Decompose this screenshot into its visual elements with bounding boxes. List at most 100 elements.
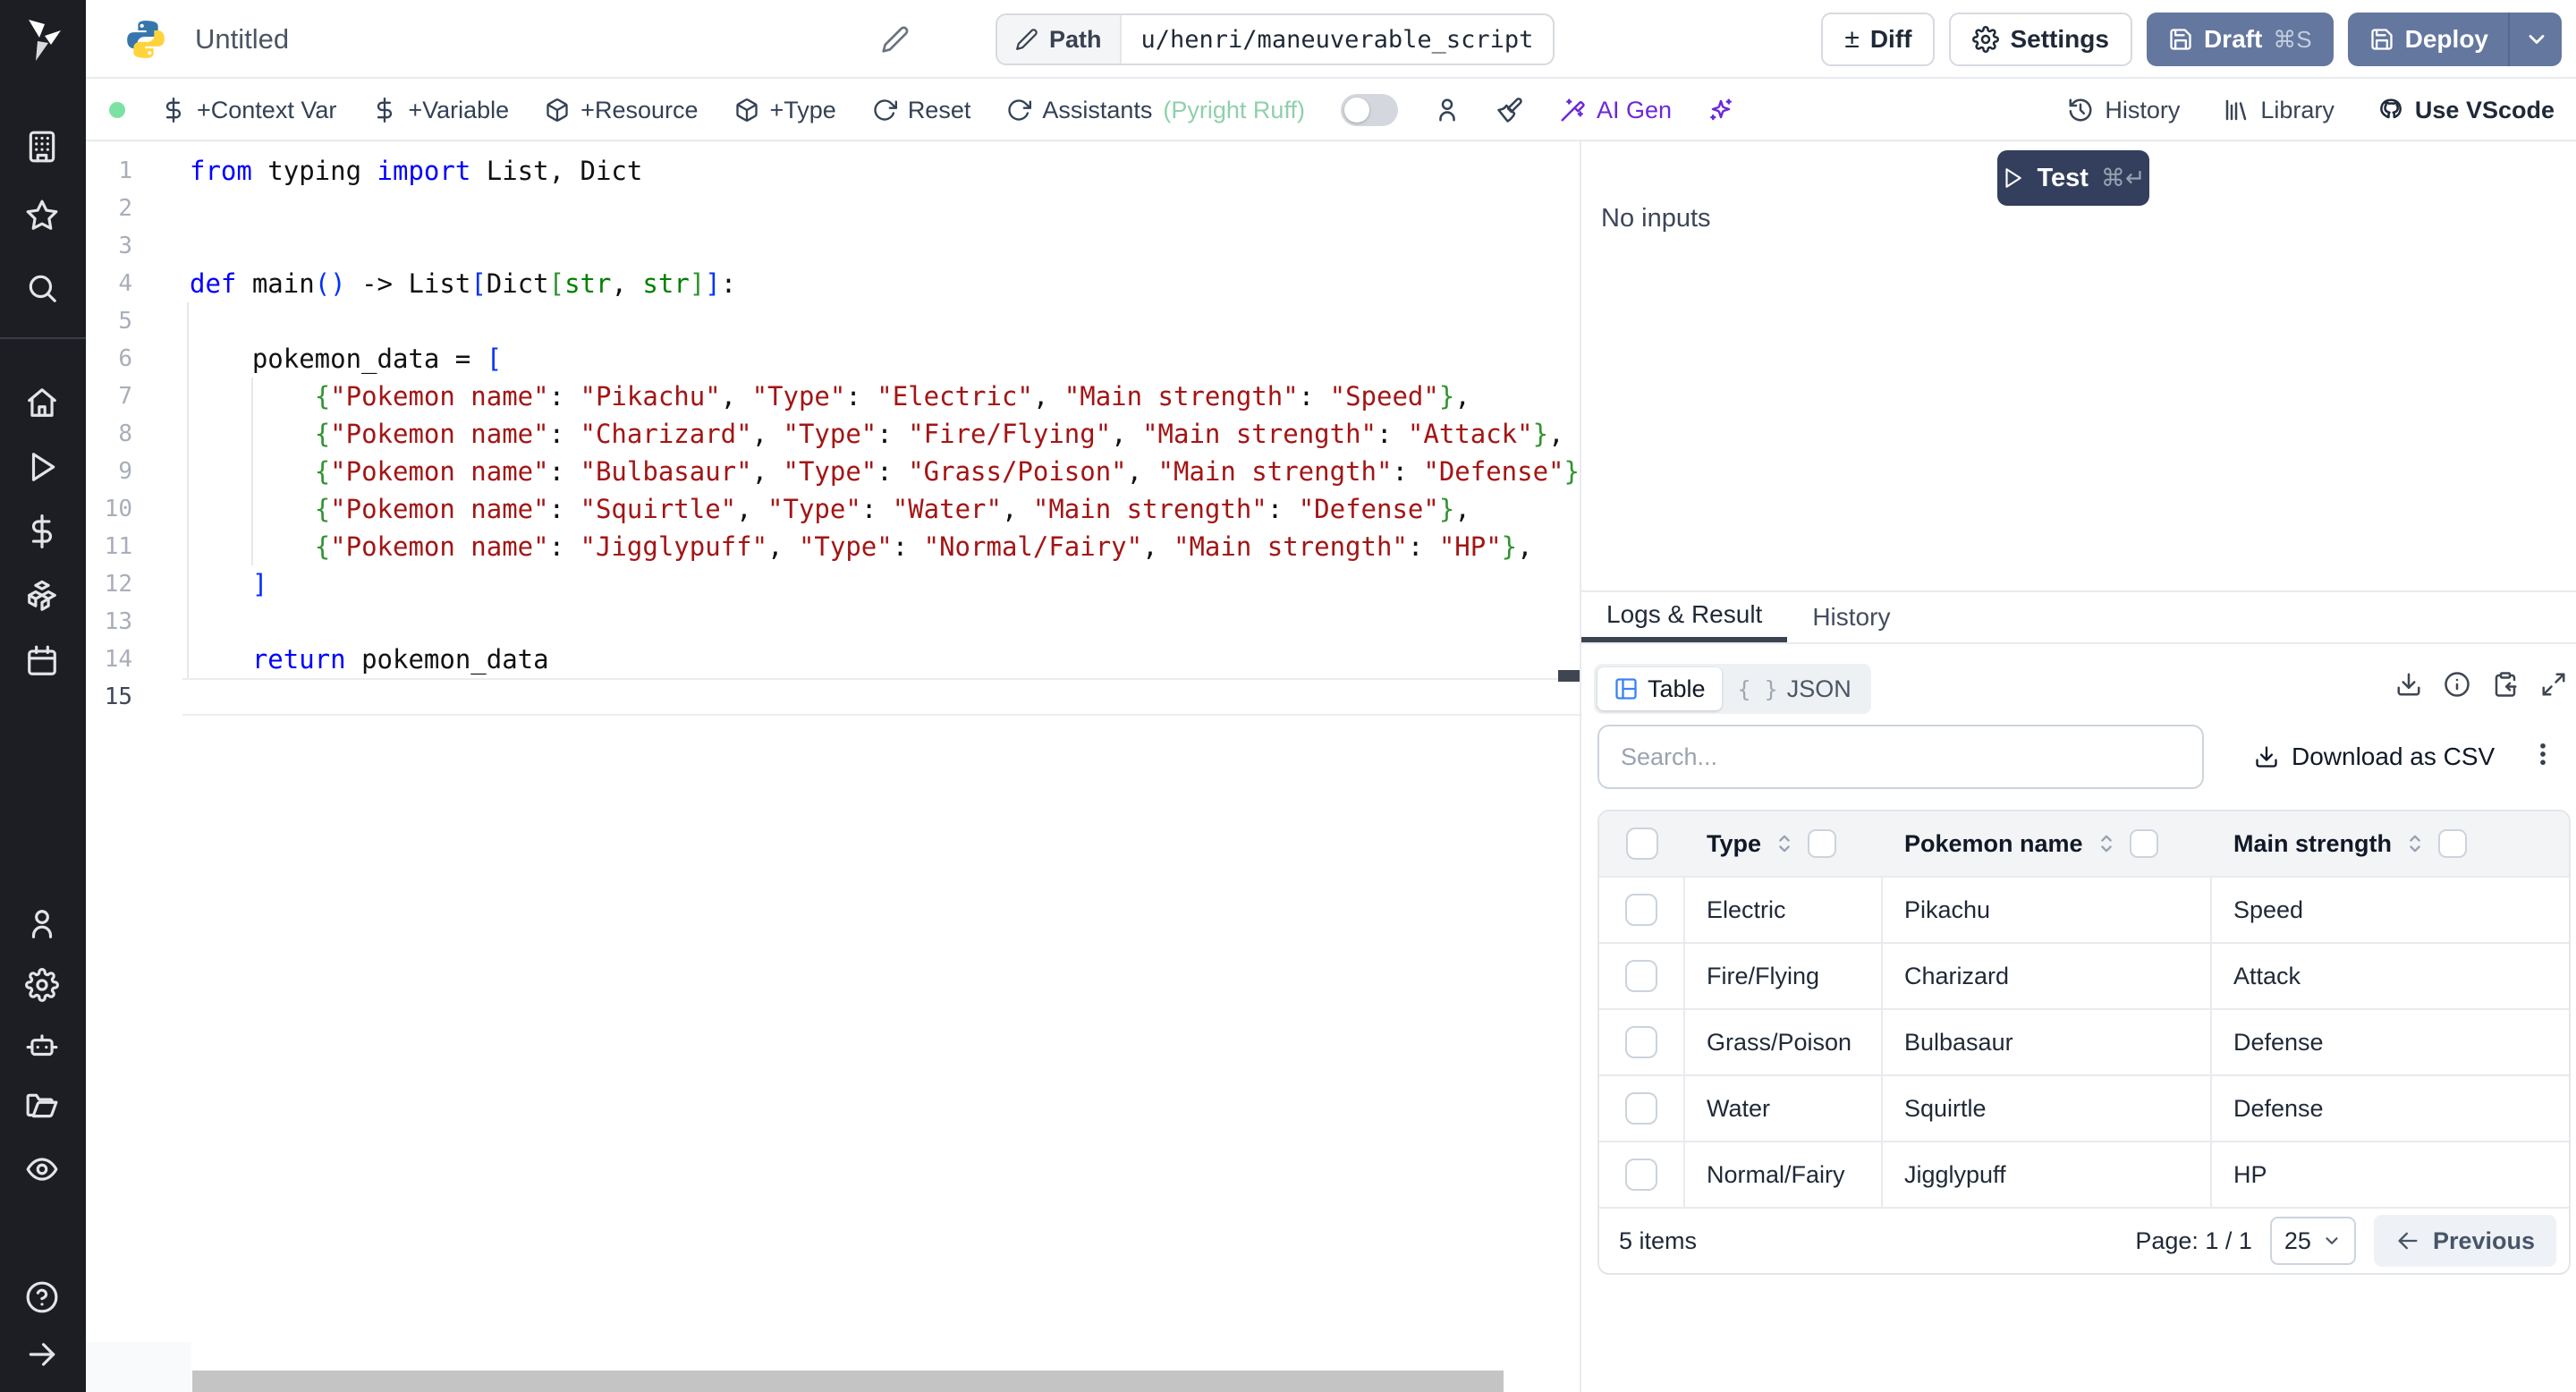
- page-size-select[interactable]: 25: [2269, 1217, 2356, 1265]
- info-icon[interactable]: [2444, 671, 2470, 698]
- sidebar-item-variables[interactable]: [25, 514, 61, 550]
- format-brush-button[interactable]: [1496, 97, 1523, 123]
- code-line[interactable]: 1 from typing import List, Dict: [86, 152, 1580, 190]
- sidebar-item-runs[interactable]: [25, 450, 61, 486]
- code-line[interactable]: 6 pokemon_data = [: [86, 340, 1580, 378]
- pencil-icon: [1015, 28, 1038, 51]
- table-icon: [1614, 676, 1639, 701]
- code-line[interactable]: 9 {"Pokemon name": "Bulbasaur", "Type": …: [86, 453, 1580, 490]
- sidebar-item-schedules[interactable]: [25, 644, 61, 680]
- ai-gen-button[interactable]: AI Gen: [1559, 97, 1672, 124]
- path-button[interactable]: Path u/henri/maneuverable_script: [996, 13, 1555, 65]
- code-editor[interactable]: 1 from typing import List, Dict 2 3 4 def mai…: [86, 141, 1580, 1392]
- test-button[interactable]: Test ⌘↵: [1997, 150, 2149, 206]
- library-button[interactable]: Library: [2223, 97, 2334, 124]
- boxes-icon: [25, 580, 59, 614]
- sidebar-item-resources[interactable]: [25, 580, 61, 615]
- code-line[interactable]: 7 {"Pokemon name": "Pikachu", "Type": "E…: [86, 378, 1580, 415]
- sidebar-item-favorites[interactable]: [25, 199, 61, 234]
- edit-summary-pencil-icon[interactable]: [881, 25, 910, 54]
- row-checkbox[interactable]: [1625, 1092, 1657, 1125]
- row-checkbox-cell: [1599, 944, 1685, 1008]
- column-header[interactable]: Main strength: [2212, 811, 2468, 876]
- code-line[interactable]: 13: [86, 603, 1580, 641]
- column-filter-checkbox[interactable]: [2438, 829, 2468, 858]
- table-row[interactable]: Grass/Poison Bulbasaur Defense: [1599, 1008, 2569, 1074]
- code-line[interactable]: 10 {"Pokemon name": "Squirtle", "Type": …: [86, 490, 1580, 528]
- row-checkbox[interactable]: [1625, 1159, 1657, 1191]
- search-input[interactable]: [1597, 725, 2204, 789]
- assistants-button[interactable]: Assistants (Pyright Ruff): [1006, 97, 1305, 124]
- code-text: pokemon_data = [: [190, 344, 503, 374]
- sidebar-item-home[interactable]: [25, 386, 61, 421]
- sidebar-item-help[interactable]: [25, 1280, 61, 1316]
- history-button[interactable]: History: [2067, 97, 2180, 124]
- add-variable-button[interactable]: +Variable: [372, 97, 509, 124]
- deploy-button[interactable]: Deploy: [2347, 13, 2562, 66]
- result-action-icons: [2395, 671, 2567, 698]
- expand-icon[interactable]: [2540, 671, 2567, 698]
- table-row[interactable]: Fire/Flying Charizard Attack: [1599, 942, 2569, 1008]
- tab-logs-result[interactable]: Logs & Result: [1581, 592, 1788, 642]
- sort-icon[interactable]: [2094, 831, 2119, 856]
- kebab-menu-icon[interactable]: [2528, 739, 2558, 769]
- tab-history[interactable]: History: [1787, 592, 1915, 642]
- sort-icon[interactable]: [1772, 831, 1797, 856]
- diff-button[interactable]: ± Diff: [1821, 13, 1936, 66]
- code-text: from typing import List, Dict: [190, 156, 643, 186]
- arrow-left-icon: [2395, 1228, 2420, 1253]
- code-line[interactable]: 5: [86, 302, 1580, 340]
- select-all-checkbox[interactable]: [1626, 828, 1658, 860]
- row-checkbox[interactable]: [1625, 1026, 1657, 1058]
- sidebar-item-audit-logs[interactable]: [25, 1152, 61, 1188]
- code-line[interactable]: 11 {"Pokemon name": "Jigglypuff", "Type"…: [86, 528, 1580, 565]
- add-resource-button[interactable]: +Resource: [545, 97, 699, 124]
- sidebar-item-search[interactable]: [25, 271, 61, 307]
- sidebar-item-workspace[interactable]: [25, 130, 61, 166]
- code-line[interactable]: 15: [86, 678, 1580, 716]
- previous-page-button[interactable]: Previous: [2373, 1215, 2556, 1267]
- sidebar-collapse-toggle[interactable]: [25, 1337, 61, 1373]
- reset-button[interactable]: Reset: [872, 97, 970, 124]
- chevron-down-icon[interactable]: [2524, 27, 2549, 52]
- add-type-button[interactable]: +Type: [734, 97, 836, 124]
- sidebar-item-settings[interactable]: [25, 968, 61, 1004]
- splitter-grip[interactable]: [1558, 670, 1580, 682]
- table-row[interactable]: Normal/Fairy Jigglypuff HP: [1599, 1141, 2569, 1207]
- code-line[interactable]: 4 def main() -> List[Dict[str, str]]:: [86, 265, 1580, 302]
- code-line[interactable]: 12 ]: [86, 565, 1580, 603]
- row-checkbox[interactable]: [1625, 960, 1657, 992]
- settings-button[interactable]: Settings: [1949, 13, 2132, 66]
- code-line[interactable]: 3: [86, 227, 1580, 265]
- code-line[interactable]: 8 {"Pokemon name": "Charizard", "Type": …: [86, 415, 1580, 453]
- horizontal-scrollbar[interactable]: [192, 1371, 1504, 1392]
- sidebar-item-folders[interactable]: [25, 1090, 61, 1125]
- code-line[interactable]: 2: [86, 190, 1580, 227]
- table-row[interactable]: Electric Pikachu Speed: [1599, 876, 2569, 942]
- view-json-button[interactable]: { } JSON: [1722, 667, 1868, 710]
- use-vscode-button[interactable]: Use VScode: [2377, 97, 2555, 124]
- column-filter-checkbox[interactable]: [2129, 829, 2158, 858]
- column-header[interactable]: Type: [1685, 811, 1883, 876]
- sort-icon[interactable]: [2402, 831, 2428, 856]
- windmill-logo-icon[interactable]: [21, 16, 64, 63]
- draft-button[interactable]: Draft ⌘S: [2146, 13, 2334, 66]
- line-number: 4: [118, 270, 132, 297]
- add-context-var-button[interactable]: +Context Var: [161, 97, 336, 124]
- download-icon[interactable]: [2395, 671, 2422, 698]
- sidebar-item-workers[interactable]: [25, 1029, 61, 1065]
- column-header[interactable]: Pokemon name: [1883, 811, 2212, 876]
- column-filter-checkbox[interactable]: [1808, 829, 1837, 858]
- multiplayer-toggle[interactable]: [1340, 94, 1398, 126]
- multiplayer-users-button[interactable]: [1434, 97, 1461, 123]
- download-csv-button[interactable]: Download as CSV: [2254, 725, 2495, 789]
- ai-sparkles-button[interactable]: [1707, 97, 1734, 123]
- package-icon: [734, 98, 759, 123]
- view-table-button[interactable]: Table: [1597, 667, 1722, 710]
- sidebar-item-users[interactable]: [25, 907, 61, 943]
- building-icon: [25, 130, 59, 164]
- row-checkbox[interactable]: [1625, 894, 1657, 926]
- code-line[interactable]: 14 return pokemon_data: [86, 641, 1580, 678]
- clipboard-copy-icon[interactable]: [2492, 671, 2519, 698]
- table-row[interactable]: Water Squirtle Defense: [1599, 1074, 2569, 1141]
